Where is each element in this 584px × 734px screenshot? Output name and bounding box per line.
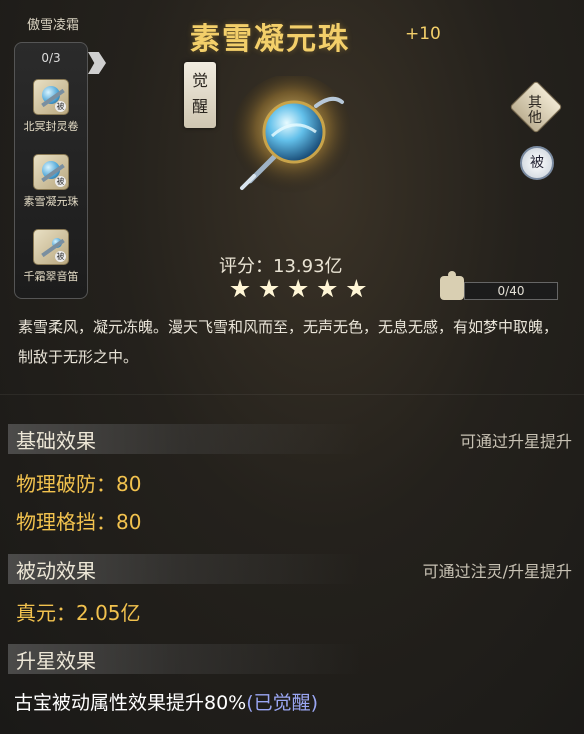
section-passive-effects: 被动效果 可通过注灵/升星提升 (8, 554, 576, 584)
item-description: 素雪柔风，凝元冻魄。漫天飞雪和风而至，无声无色，无息无感，有如梦中取魄，制敌于无… (18, 318, 559, 366)
set-item-qianshuang[interactable]: 被 千霜翠音笛 (15, 229, 87, 284)
star-effect-text: 古宝被动属性效果提升80%(已觉醒) (14, 688, 318, 715)
stat-physical-block: 物理格挡：80 (16, 510, 142, 534)
fragment-progress-bar: 0/40 (464, 282, 558, 300)
puzzle-piece-icon (440, 271, 464, 300)
flute-icon: 被 (33, 229, 69, 265)
score: 评分：13.93亿 (219, 256, 343, 277)
section-hint: 可通过升星提升 (459, 432, 572, 451)
star-icon (230, 279, 250, 298)
other-badge-label: 其他 (528, 95, 542, 126)
orb-icon: 被 (33, 154, 69, 190)
scroll-icon: 被 (33, 79, 69, 115)
stat-physical-penetration: 物理破防：80 (16, 472, 142, 496)
section-title: 基础效果 (16, 429, 96, 453)
star-icon (288, 279, 308, 298)
item-level: +10 (405, 24, 441, 44)
set-item-label: 素雪凝元珠 (23, 195, 79, 208)
passive-badge[interactable]: 被 (520, 146, 554, 180)
expand-arrow-icon[interactable] (88, 52, 106, 74)
star-effect-description: 古宝被动属性效果提升80% (14, 692, 247, 714)
set-item-suxue[interactable]: 被 素雪凝元珠 (15, 154, 87, 209)
awakened-tag: (已觉醒) (246, 692, 319, 714)
set-count: 0/3 (41, 51, 61, 65)
set-item-beiming[interactable]: 被 北冥封灵卷 (15, 79, 87, 134)
fragment-progress-text: 0/40 (497, 284, 525, 298)
star-icon (317, 279, 337, 298)
section-basic-effects: 基础效果 可通过升星提升 (8, 424, 576, 454)
section-title: 被动效果 (16, 559, 96, 583)
set-panel: 0/3 被 北冥封灵卷 被 素雪凝元珠 被 千霜翠音笛 (14, 42, 88, 299)
stat-zhenyuan: 真元：2.05亿 (16, 601, 141, 625)
section-star-effects: 升星效果 (8, 644, 576, 674)
divider (0, 394, 584, 395)
section-title: 升星效果 (16, 649, 96, 673)
section-hint: 可通过注灵/升星提升 (422, 562, 572, 581)
star-icon (346, 279, 366, 298)
item-name: 素雪凝元珠 (190, 22, 350, 57)
set-title: 傲雪凌霜 (26, 18, 79, 33)
item-orb-icon (232, 76, 350, 194)
set-item-label: 北冥封灵卷 (23, 120, 79, 133)
awaken-banner: 觉醒 (184, 62, 216, 128)
set-item-label: 千霜翠音笛 (23, 270, 79, 283)
awaken-label: 觉醒 (191, 71, 208, 116)
star-rating (230, 279, 370, 303)
star-icon (259, 279, 279, 298)
